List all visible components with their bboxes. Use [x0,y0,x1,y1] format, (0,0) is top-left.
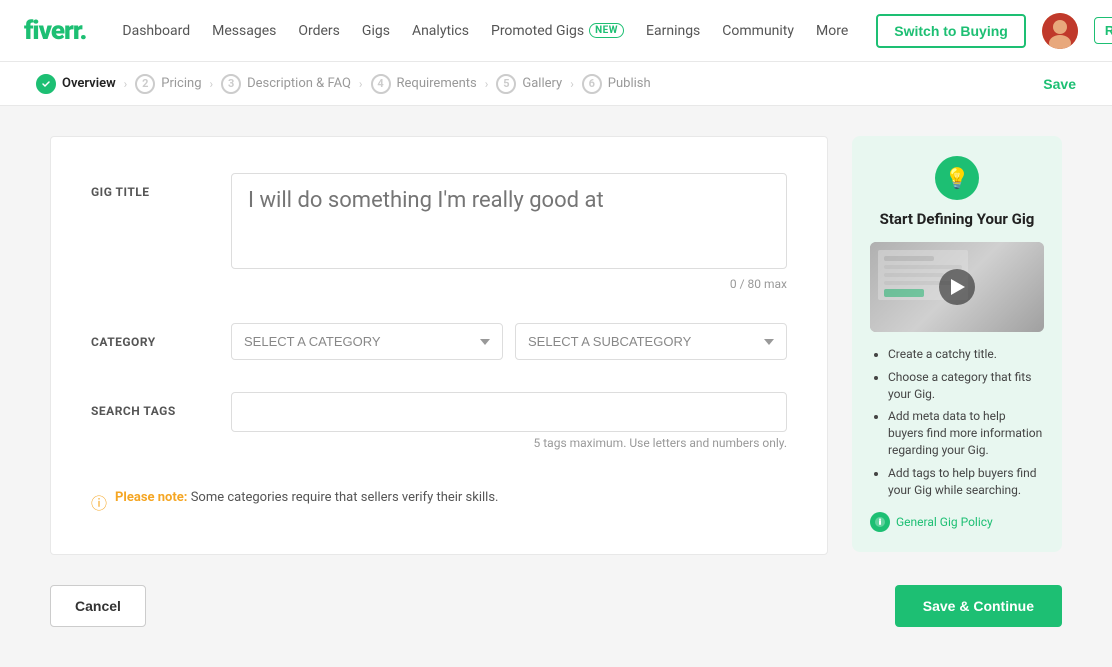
info-icon: ⓘ [91,490,107,514]
bottom-actions: Cancel Save & Continue [26,585,1086,667]
step-label-overview: Overview [62,76,116,91]
category-selects: SELECT A CATEGORY SELECT A SUBCATEGORY [231,323,787,360]
step-num-faq: 3 [221,74,241,94]
sidebar-card: 💡 Start Defining Your Gig Create a catch… [852,136,1062,552]
gig-title-label: GIG TITLE [91,173,231,199]
nav-dashboard[interactable]: Dashboard [122,23,190,39]
play-button[interactable] [939,269,975,305]
switch-buying-button[interactable]: Switch to Buying [876,14,1026,48]
step-num-gallery: 5 [496,74,516,94]
category-select[interactable]: SELECT A CATEGORY [231,323,503,360]
video-thumbnail[interactable] [870,242,1044,332]
please-note-text: Please note: Some categories require tha… [115,490,498,505]
sidebar-icon-top: 💡 [870,156,1044,200]
please-note: ⓘ Please note: Some categories require t… [91,482,787,518]
navbar: fiverr. Dashboard Messages Orders Gigs A… [0,0,1112,62]
tip-3: Add meta data to help buyers find more i… [888,408,1044,458]
play-triangle-icon [951,279,965,295]
search-tags-label: SEARCH TAGS [91,392,231,418]
step-num-overview [36,74,56,94]
arrow-5: › [570,77,574,91]
char-count: 0 / 80 max [231,277,787,291]
step-label-gallery: Gallery [522,76,562,91]
arrow-4: › [485,77,489,91]
arrow-2: › [210,77,214,91]
search-tags-input-area: 5 tags maximum. Use letters and numbers … [231,392,787,450]
nav-earnings[interactable]: Earnings [646,23,700,39]
step-num-requirements: 4 [371,74,391,94]
breadcrumb-save-button[interactable]: Save [1043,76,1076,92]
step-label-faq: Description & FAQ [247,76,351,91]
tip-2: Choose a category that fits your Gig. [888,369,1044,403]
save-continue-button[interactable]: Save & Continue [895,585,1062,627]
fiverr-logo[interactable]: fiverr. [24,16,86,46]
nav-promoted-gigs[interactable]: Promoted Gigs NEW [491,23,624,39]
sidebar-tips: Create a catchy title. Choose a category… [870,346,1044,498]
form-card: GIG TITLE 0 / 80 max CATEGORY SELECT A C… [50,136,828,555]
nav-community[interactable]: Community [722,23,794,39]
subcategory-select[interactable]: SELECT A SUBCATEGORY [515,323,787,360]
avatar[interactable] [1042,13,1078,49]
nav-links: Dashboard Messages Orders Gigs Analytics… [122,23,848,39]
nav-right: Switch to Buying Rs7,293.32 [876,13,1112,49]
sidebar-title: Start Defining Your Gig [870,210,1044,228]
gig-title-row: GIG TITLE 0 / 80 max [91,173,787,291]
category-label: CATEGORY [91,323,231,349]
cancel-button[interactable]: Cancel [50,585,146,627]
gig-title-textarea[interactable] [231,173,787,269]
step-label-pricing: Pricing [161,76,201,91]
tip-4: Add tags to help buyers find your Gig wh… [888,465,1044,499]
category-row: CATEGORY SELECT A CATEGORY SELECT A SUBC… [91,323,787,360]
policy-link-text: General Gig Policy [896,515,993,529]
breadcrumb-bar: Overview › 2 Pricing › 3 Description & F… [0,62,1112,106]
avatar-image [1042,13,1078,49]
arrow-1: › [124,77,128,91]
nav-gigs[interactable]: Gigs [362,23,390,39]
breadcrumb-step-requirements[interactable]: 4 Requirements [371,74,477,94]
nav-analytics[interactable]: Analytics [412,23,469,39]
breadcrumb-step-gallery[interactable]: 5 Gallery [496,74,562,94]
arrow-3: › [359,77,363,91]
search-tags-row: SEARCH TAGS 5 tags maximum. Use letters … [91,392,787,450]
step-label-publish: Publish [608,76,651,91]
nav-messages[interactable]: Messages [212,23,276,39]
search-tags-input[interactable] [231,392,787,432]
breadcrumb-step-pricing[interactable]: 2 Pricing [135,74,201,94]
policy-link[interactable]: General Gig Policy [870,512,1044,532]
breadcrumb-step-overview[interactable]: Overview [36,74,116,94]
balance-button[interactable]: Rs7,293.32 [1094,17,1112,44]
step-num-publish: 6 [582,74,602,94]
breadcrumb-step-publish[interactable]: 6 Publish [582,74,651,94]
breadcrumb-steps: Overview › 2 Pricing › 3 Description & F… [36,74,651,94]
main-content: GIG TITLE 0 / 80 max CATEGORY SELECT A C… [26,136,1086,555]
tags-hint: 5 tags maximum. Use letters and numbers … [231,436,787,450]
lightbulb-icon: 💡 [935,156,979,200]
step-num-pricing: 2 [135,74,155,94]
tip-1: Create a catchy title. [888,346,1044,363]
new-badge: NEW [589,23,624,38]
step-label-requirements: Requirements [397,76,477,91]
gig-title-input-area: 0 / 80 max [231,173,787,291]
breadcrumb-step-faq[interactable]: 3 Description & FAQ [221,74,351,94]
policy-icon [870,512,890,532]
nav-orders[interactable]: Orders [298,23,340,39]
nav-more[interactable]: More [816,23,848,39]
